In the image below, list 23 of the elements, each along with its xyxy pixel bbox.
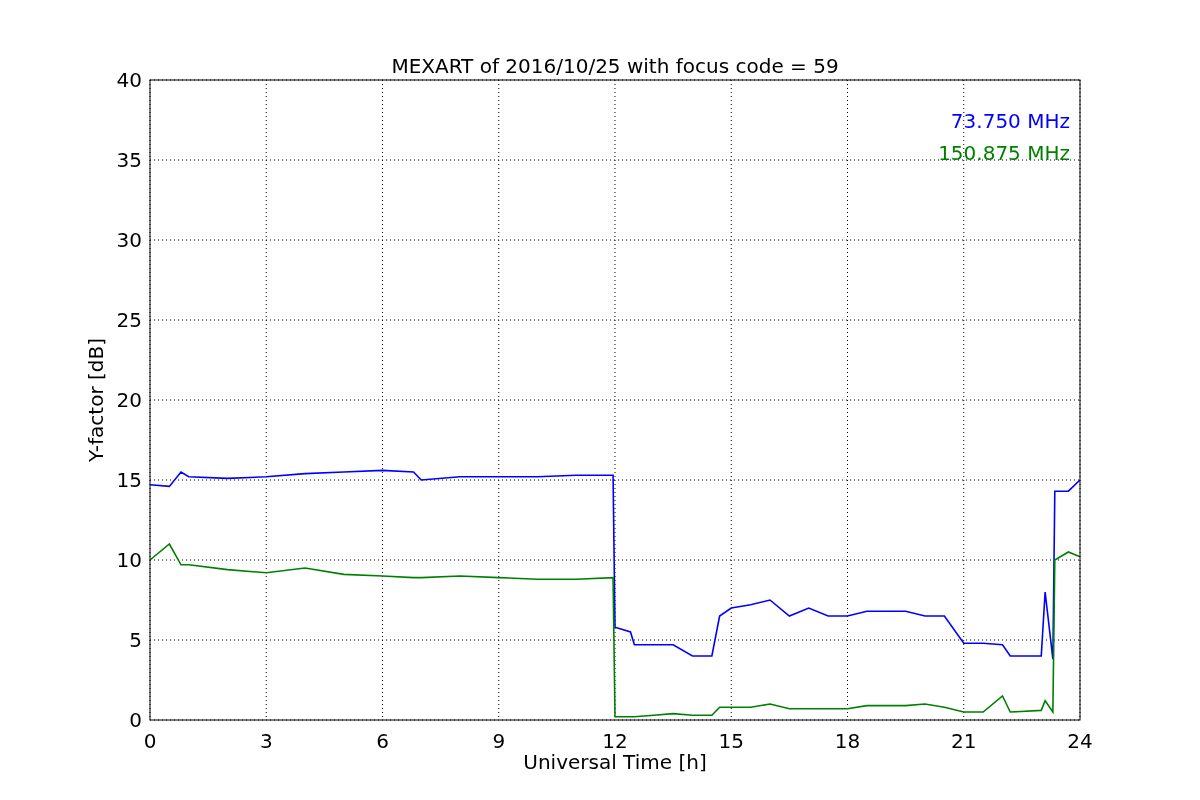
x-tick-label: 18 (834, 729, 861, 753)
y-tick-label: 15 (116, 468, 142, 492)
x-tick-label: 0 (143, 729, 157, 753)
y-tick-label: 5 (129, 628, 142, 652)
x-tick-label: 9 (492, 729, 506, 753)
x-tick-label: 21 (951, 729, 977, 753)
y-tick-label: 30 (116, 228, 142, 252)
x-tick-label: 15 (718, 729, 744, 753)
x-tick-label: 6 (376, 729, 389, 753)
chart-title: MEXART of 2016/10/25 with focus code = 59 (391, 54, 839, 78)
x-tick-label: 24 (1067, 729, 1093, 753)
x-tick-label: 12 (602, 729, 628, 753)
y-tick-label: 10 (116, 548, 142, 572)
y-tick-label: 20 (116, 388, 142, 412)
y-tick-label: 25 (116, 308, 142, 332)
y-tick-label: 40 (116, 68, 142, 92)
x-tick-label: 3 (259, 729, 273, 753)
y-axis-label: Y-factor [dB] (84, 338, 108, 462)
legend-label: 150.875 MHz (938, 141, 1070, 165)
x-axis-label: Universal Time [h] (523, 750, 707, 774)
y-tick-label: 0 (129, 708, 142, 732)
legend-label: 73.750 MHz (950, 109, 1070, 133)
y-tick-label: 35 (116, 148, 142, 172)
